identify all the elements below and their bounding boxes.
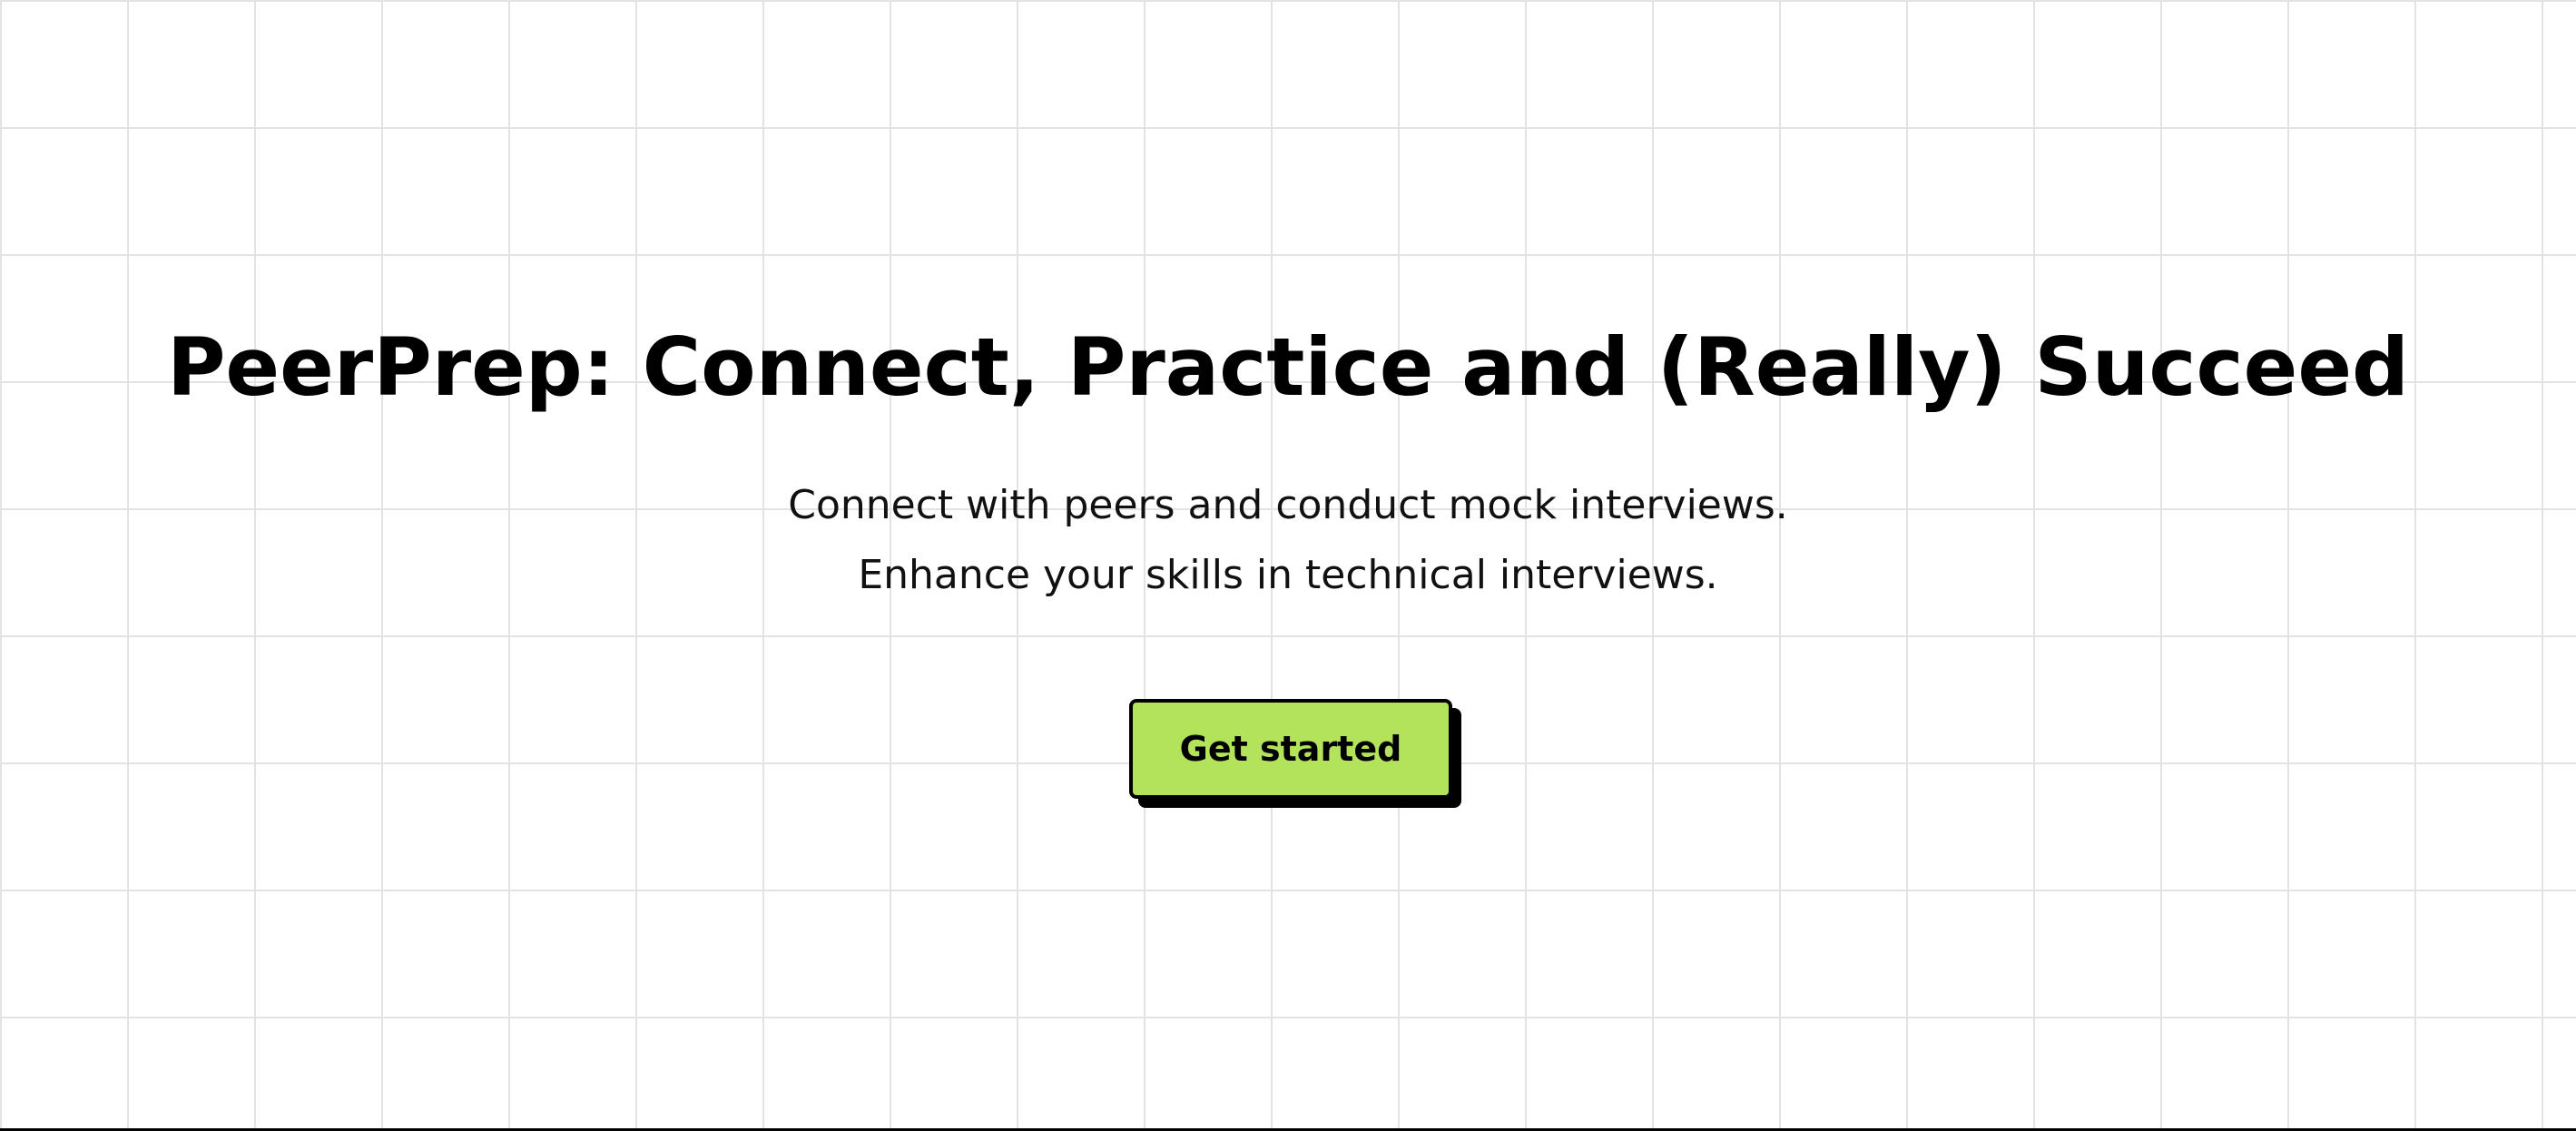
hero-subtitle-line-2: Enhance your skills in technical intervi… xyxy=(858,552,1718,598)
hero-title: PeerPrep: Connect, Practice and (Really)… xyxy=(166,320,2410,414)
hero-subtitle-line-1: Connect with peers and conduct mock inte… xyxy=(788,482,1788,528)
hero-section: PeerPrep: Connect, Practice and (Really)… xyxy=(0,0,2576,1128)
get-started-cta: Get started xyxy=(1129,699,1461,808)
get-started-button[interactable]: Get started xyxy=(1129,699,1452,799)
